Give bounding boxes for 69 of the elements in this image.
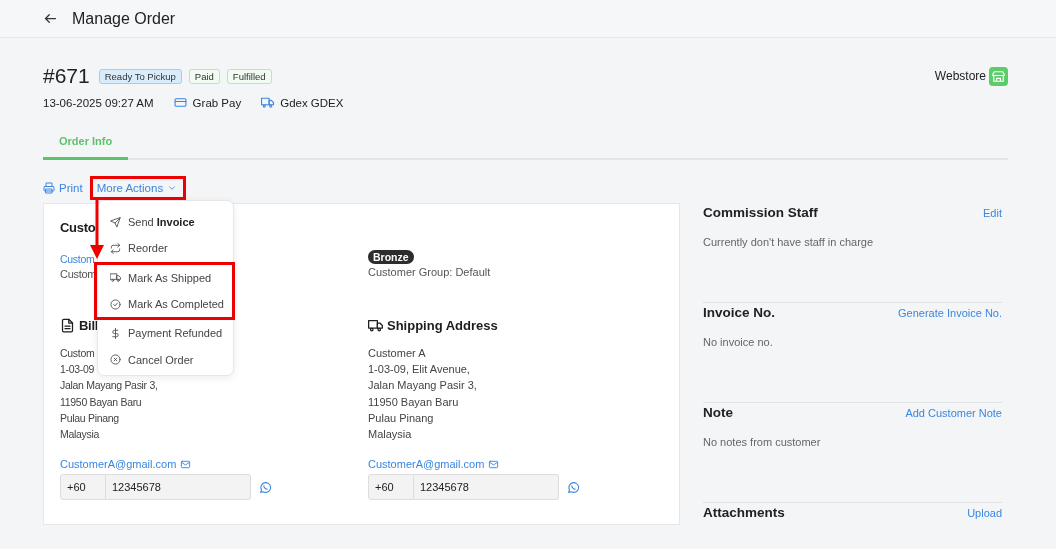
customer-link[interactable]: Custom (60, 253, 95, 265)
panel-heading: Attachments (703, 505, 785, 520)
panel-heading: Note (703, 405, 733, 420)
dollar-icon (110, 327, 121, 339)
menu-item[interactable]: Mark As Shipped (106, 264, 232, 291)
panel-text: Currently don't have staff in charge (703, 236, 875, 248)
panel-action-link[interactable]: Upload (967, 506, 1002, 519)
address-line: 11950 Bayan Baru (60, 394, 142, 410)
email-link[interactable]: CustomerA@gmail.com (60, 458, 177, 471)
store-icon (989, 66, 1008, 86)
country-code-field[interactable]: +60 (368, 474, 414, 501)
panel-heading: Commission Staff (703, 205, 818, 220)
address-line: Malaysia (60, 427, 100, 443)
status-badge: Paid (188, 68, 220, 84)
truck-icon (261, 96, 275, 109)
address-line: Jalan Mayang Pasir 3, (368, 378, 477, 394)
order-date: 13-06-2025 09:27 AM (43, 96, 154, 109)
panel-action-link[interactable]: Generate Invoice No. (898, 306, 1002, 319)
phone-field[interactable]: 12345678 (106, 474, 251, 501)
tier-badge: Bronze (368, 250, 414, 264)
panel-heading: Invoice No. (703, 305, 775, 320)
card-icon (173, 96, 187, 109)
menu-item[interactable]: Payment Refunded (106, 320, 233, 347)
address-line: Malaysia (368, 427, 412, 443)
mail-icon (180, 458, 192, 470)
printer-icon (43, 182, 55, 194)
country-code-field[interactable]: +60 (60, 474, 106, 501)
truck-icon (368, 317, 383, 333)
menu-item[interactable]: Mark As Completed (106, 290, 232, 318)
address-line: 11950 Bayan Baru (368, 394, 459, 410)
address-line: Custom (60, 345, 95, 361)
email-link[interactable]: CustomerA@gmail.com (368, 458, 485, 471)
menu-item[interactable]: Cancel Order (106, 346, 233, 373)
menu-item[interactable]: Send Invoice (106, 209, 233, 236)
customer-group: Customer Group: Default (368, 266, 491, 278)
status-badge: Fulfilled (226, 68, 272, 84)
chat-icon (259, 480, 272, 494)
panel-text: No notes from customer (703, 436, 822, 448)
channel-label: Webstore (934, 69, 986, 83)
address-line: Customer A (368, 345, 426, 361)
check-circle-icon (110, 298, 121, 310)
section-heading: Bill (60, 317, 99, 333)
phone-field[interactable]: 12345678 (414, 474, 559, 501)
chat-icon (567, 480, 580, 494)
back-arrow-icon (43, 11, 58, 26)
panel-action-link[interactable]: Add Customer Note (905, 406, 1002, 419)
courier-name: Gdex GDEX (280, 96, 344, 109)
address-line: Jalan Mayang Pasir 3, (60, 378, 158, 394)
repeat-icon (110, 242, 121, 254)
menu-item[interactable]: Reorder (106, 235, 233, 262)
status-badge: Ready To Pickup (98, 68, 182, 84)
document-icon (60, 317, 75, 333)
chevron-down-icon (167, 183, 178, 193)
cancel-icon (110, 354, 121, 366)
section-heading: Custo (60, 220, 96, 235)
address-line: Pulau Pinang (60, 410, 119, 426)
panel-action-link[interactable]: Edit (983, 206, 1002, 219)
payment-method: Grab Pay (192, 96, 242, 109)
mail-icon (488, 458, 500, 470)
section-heading: Shipping Address (368, 317, 498, 333)
more-actions-button[interactable]: More Actions (96, 182, 178, 194)
truck-icon (110, 272, 121, 284)
address-line: 1-03-09 (60, 361, 95, 377)
panel-text: No invoice no. (703, 336, 774, 348)
order-number: #671 (43, 64, 90, 88)
page-title: Manage Order (72, 9, 176, 28)
send-icon (110, 216, 121, 228)
address-line: Pulau Pinang (368, 410, 434, 426)
address-line: 1-03-09, Elit Avenue, (368, 361, 470, 377)
